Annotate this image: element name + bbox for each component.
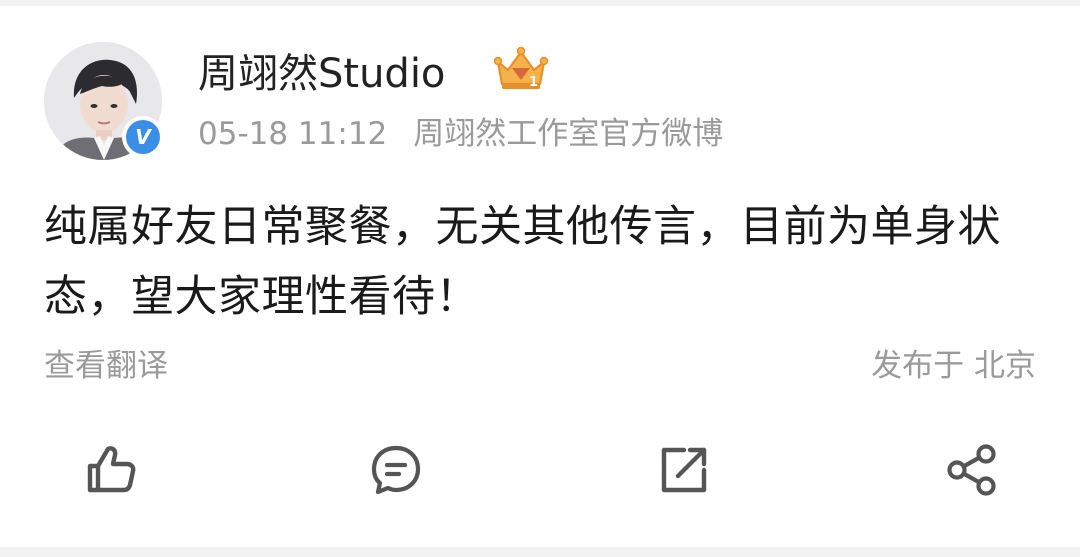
like-button[interactable] (76, 438, 140, 502)
author-avatar-container[interactable]: V (44, 42, 164, 160)
comment-button[interactable] (364, 438, 428, 502)
crown-level-icon[interactable]: 1 (492, 46, 550, 92)
post-location: 发布于 北京 (871, 348, 1036, 384)
comment-icon (371, 445, 421, 495)
share-button[interactable] (940, 438, 1004, 502)
post-time: 05-18 11:12 (198, 116, 388, 152)
svg-text:1: 1 (529, 75, 538, 90)
bottom-divider (0, 547, 1080, 557)
weibo-post-card: V 周翊然Studio 1 05-18 11:12 周翊然工作室官方微博 纯属好友… (0, 0, 1080, 557)
author-name[interactable]: 周翊然Studio (198, 47, 445, 101)
share-icon (947, 444, 996, 496)
repost-icon (661, 447, 707, 493)
post-source[interactable]: 周翊然工作室官方微博 (413, 116, 723, 152)
top-divider (0, 0, 1080, 6)
verified-badge: V (122, 116, 164, 158)
repost-button[interactable] (652, 438, 716, 502)
thumbs-up-icon (87, 446, 136, 493)
verified-badge-icon: V (126, 120, 160, 154)
post-meta: 05-18 11:12 周翊然工作室官方微博 (198, 112, 723, 156)
translate-link[interactable]: 查看翻译 (44, 344, 168, 388)
post-content: 纯属好友日常聚餐，无关其他传言，目前为单身状态，望大家理性看待！ (44, 202, 1001, 322)
